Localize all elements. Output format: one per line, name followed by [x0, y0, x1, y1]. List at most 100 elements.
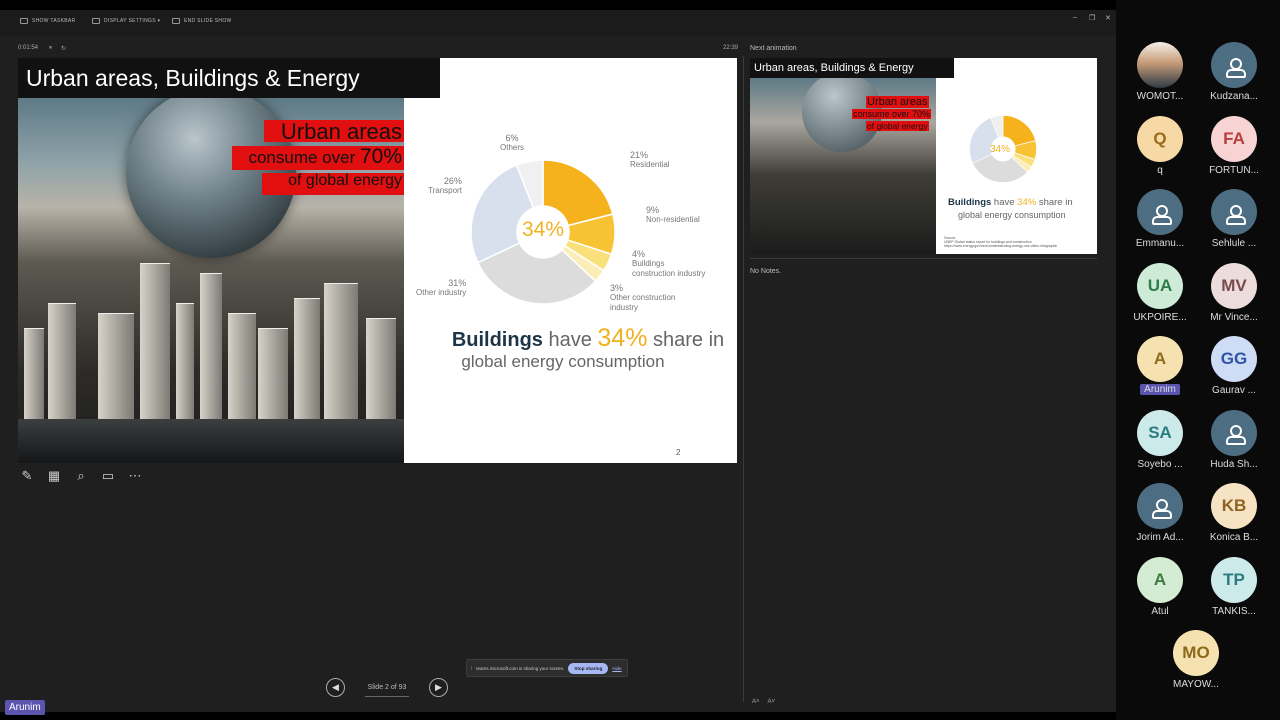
participant-tile[interactable]: Huda Sh...	[1194, 409, 1274, 470]
notes-divider	[750, 258, 1097, 259]
pie-label-value: 26%	[443, 176, 462, 186]
next-slide-button[interactable]: ▶	[429, 678, 448, 697]
pie-label: 21% Residential	[630, 150, 670, 170]
urban-70-pct: 70%	[359, 145, 402, 168]
close-icon[interactable]: ✕	[1105, 14, 1111, 22]
decrease-font-icon[interactable]: A˅	[768, 699, 776, 705]
more-options-icon[interactable]: ⋯	[126, 467, 144, 485]
next-share-in: share in	[1036, 197, 1073, 208]
stop-sharing-button[interactable]: Stop sharing	[568, 662, 609, 674]
buildings-caption-line1: Buildings have 34% share in	[418, 324, 737, 353]
pie-label-value: 3%	[610, 283, 624, 293]
participant-tile[interactable]: SA Soyebo ...	[1120, 409, 1200, 470]
participant-name: TANKIS...	[1212, 605, 1256, 617]
hide-share-bar-link[interactable]: Hide	[612, 666, 621, 671]
next-source-url: https://www.energy.gov/eere/understandin…	[944, 244, 1058, 249]
pie-label: 9% Non-residential	[646, 205, 700, 225]
participant-tile[interactable]: Kudzana...	[1194, 42, 1274, 102]
speaker-notes[interactable]: No Notes.	[750, 268, 781, 275]
participant-tile[interactable]: MO MAYOW...	[1156, 630, 1236, 690]
participant-name: Konica B...	[1209, 532, 1259, 543]
current-speaker-tag: Arunim	[5, 700, 45, 715]
pie-label-value: 6%	[505, 133, 519, 143]
participant-name: WOMOT...	[1136, 91, 1184, 102]
participant-avatar: SA	[1137, 409, 1183, 456]
next-animation-label: Next animation	[750, 45, 797, 52]
see-all-slides-icon[interactable]: ▦	[45, 467, 63, 485]
elapsed-timer: 0:01:54	[18, 45, 39, 51]
person-icon	[1224, 56, 1246, 78]
pane-divider[interactable]	[743, 56, 744, 702]
slide-navigation: ◀ Slide 2 of 93 ▶	[326, 678, 448, 697]
participant-avatar: KB	[1211, 483, 1257, 529]
pen-icon[interactable]: ✎	[18, 467, 36, 485]
timer-row: 0:01:54 ⏸ ↻ 22:39	[18, 45, 738, 55]
person-icon	[1150, 203, 1172, 225]
share-in-word: share in	[647, 329, 725, 351]
participant-name: Arunim	[1140, 384, 1180, 395]
black-screen-icon[interactable]: ▭	[99, 467, 117, 485]
previous-slide-button[interactable]: ◀	[326, 678, 345, 697]
pie-label-name: Buildings construction industry	[632, 259, 706, 278]
slide-page-number: 2	[676, 448, 681, 457]
participant-avatar: UA	[1137, 262, 1183, 309]
minimize-icon[interactable]: –	[1073, 14, 1077, 21]
participant-tile[interactable]: Jorim Ad...	[1120, 483, 1200, 543]
pie-label-name: Non-residential	[646, 215, 700, 225]
display-settings-button[interactable]: DISPLAY SETTINGS ▾	[92, 18, 160, 24]
participant-avatar	[1137, 189, 1183, 235]
pie-center-label: 34%	[521, 218, 565, 241]
pie-label: 3% Other construction industry	[610, 283, 684, 312]
current-slide[interactable]: Urban areas, Buildings & Energy Urban ar…	[18, 58, 737, 463]
next-consume-text: consume over	[853, 109, 913, 119]
buildings-caption-line2: global energy consumption	[461, 352, 665, 371]
show-taskbar-label: SHOW TASKBAR	[32, 18, 76, 24]
next-urban-consume: consume over 70%	[852, 109, 932, 119]
buildings-word: Buildings	[451, 329, 543, 351]
reset-timer-icon[interactable]: ↻	[61, 45, 66, 52]
buildings-34-pct: 34%	[597, 324, 648, 352]
slide-counter[interactable]: Slide 2 of 93	[355, 684, 419, 697]
pie-label-value: 31%	[448, 278, 467, 288]
participant-name: Soyebo ...	[1137, 458, 1183, 470]
participant-tile[interactable]: TP TANKIS...	[1194, 556, 1274, 617]
increase-font-icon[interactable]: A˄	[752, 699, 760, 705]
participant-tile[interactable]: GG Gaurav ...	[1194, 336, 1274, 396]
taskbar-icon	[20, 18, 28, 24]
participant-tile[interactable]: UA UKPOIRE...	[1120, 262, 1200, 323]
participant-name: Atul	[1151, 605, 1169, 617]
presenter-view: SHOW TASKBAR DISPLAY SETTINGS ▾ END SLID…	[0, 10, 1116, 712]
next-pie-center: 34%	[990, 144, 1011, 155]
zoom-icon[interactable]: ⌕	[72, 467, 90, 485]
participant-tile[interactable]: A Arunim	[1120, 336, 1200, 400]
grip-icon[interactable]: ⁞	[471, 666, 472, 671]
participant-tile[interactable]: Emmanu...	[1120, 189, 1200, 249]
participant-avatar: MO	[1173, 630, 1219, 676]
next-source-block: Source: UNEP Global status report for bu…	[944, 236, 1094, 249]
show-taskbar-button[interactable]: SHOW TASKBAR	[20, 18, 75, 24]
waterfront	[18, 419, 404, 463]
next-slide-preview: Urban areas, Buildings & Energy Urban ar…	[750, 58, 1097, 254]
restore-icon[interactable]: ❐	[1089, 14, 1095, 22]
end-slide-show-button[interactable]: END SLIDE SHOW	[172, 18, 232, 24]
participant-name: MAYOW...	[1173, 679, 1219, 690]
participant-tile[interactable]: MV Mr Vince...	[1194, 262, 1274, 323]
participant-tile[interactable]: Sehlule ...	[1194, 189, 1274, 249]
urban-global-energy: of global energy	[262, 172, 404, 195]
next-slide-title: Urban areas, Buildings & Energy	[750, 58, 954, 78]
pie-label-name: Residential	[630, 160, 670, 170]
participant-tile[interactable]: WOMOT...	[1120, 42, 1200, 102]
participant-name: Sehlule ...	[1211, 238, 1257, 249]
screen-share-bar: ⁞ teams.microsoft.com is sharing your sc…	[466, 659, 628, 677]
person-icon	[1224, 423, 1246, 446]
participant-tile[interactable]: FA FORTUN...	[1194, 115, 1274, 176]
participant-name: q	[1157, 164, 1163, 176]
participant-tile[interactable]: A Atul	[1120, 556, 1200, 617]
participant-tile[interactable]: KB Konica B...	[1194, 483, 1274, 543]
slide-title: Urban areas, Buildings & Energy	[18, 58, 440, 98]
participant-avatar: A	[1137, 336, 1183, 382]
participant-tile[interactable]: Qq	[1120, 115, 1200, 176]
notes-zoom-controls: A˄ A˅	[752, 699, 775, 705]
participant-name: Emmanu...	[1135, 238, 1185, 249]
pause-icon[interactable]: ⏸	[49, 45, 52, 52]
